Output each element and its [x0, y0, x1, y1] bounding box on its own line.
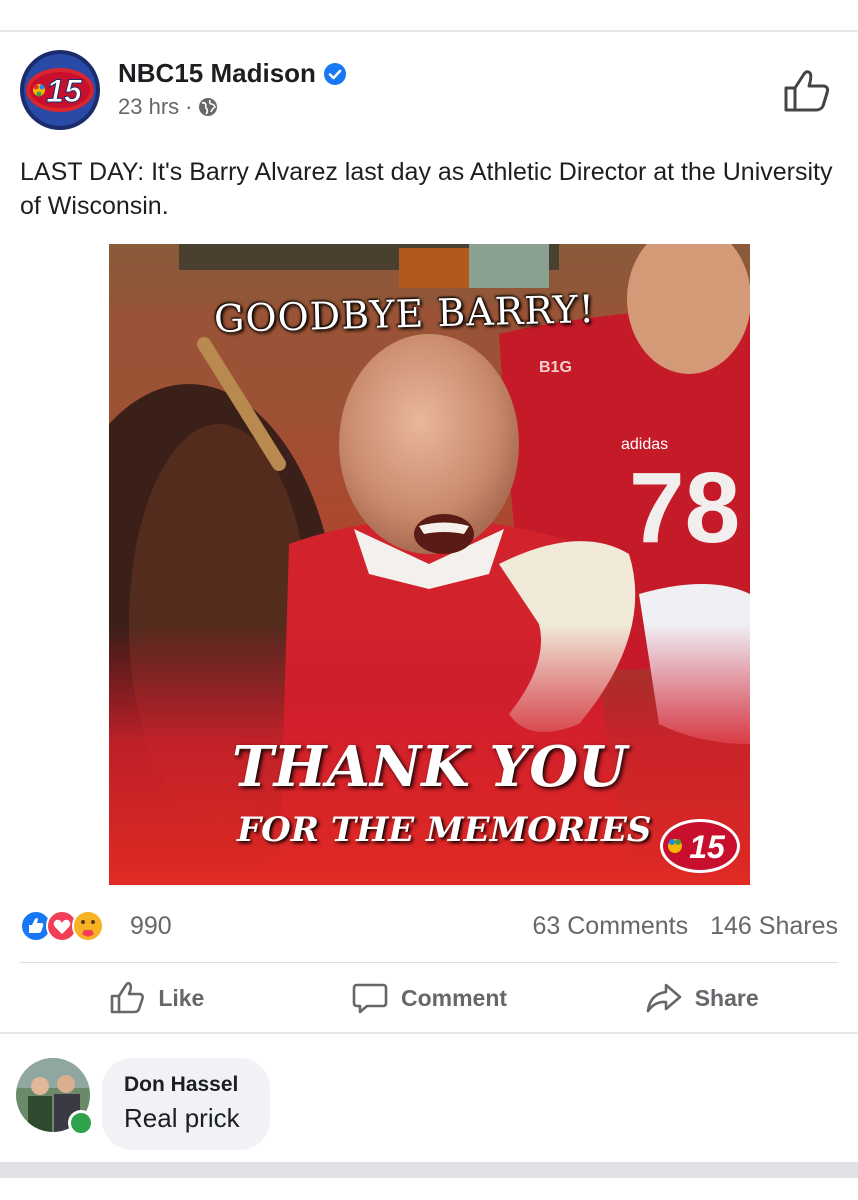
svg-text:adidas: adidas	[621, 436, 668, 453]
feed-separator	[0, 1162, 858, 1178]
comment-text: Real prick	[124, 1103, 240, 1133]
thumbs-up-icon	[111, 981, 145, 1014]
post-text: LAST DAY: It's Barry Alvarez last day as…	[20, 158, 833, 220]
nbc15-logo-icon: 15	[660, 819, 740, 873]
share-button-label: Share	[694, 984, 759, 1011]
post-photo[interactable]: 78 adidas B1G GOODBYE BARRY! THANK YOU F…	[109, 244, 750, 885]
meta-separator: ·	[185, 94, 193, 119]
verified-badge-icon	[323, 62, 346, 85]
shares-count[interactable]: 146 Shares	[710, 912, 838, 941]
comment: Don Hassel Real prick	[16, 1056, 836, 1156]
share-arrow-icon	[646, 983, 682, 1013]
thumbs-up-icon[interactable]	[782, 66, 832, 116]
action-bar: Like Comment Share	[20, 970, 838, 1026]
comments-divider	[0, 1032, 858, 1034]
top-divider	[0, 30, 858, 32]
svg-text:78: 78	[629, 452, 740, 564]
online-status-icon	[68, 1110, 94, 1136]
comment-bubble: Don Hassel Real prick	[102, 1058, 270, 1150]
post-header: 15 NBC15 Madison 23 hrs ·	[20, 50, 838, 134]
globe-icon	[199, 98, 218, 116]
speech-bubble-icon	[352, 983, 388, 1014]
comment-button[interactable]: Comment	[293, 970, 566, 1026]
svg-text:15: 15	[689, 829, 726, 865]
share-button[interactable]: Share	[565, 970, 838, 1026]
page-name-row: NBC15 Madison	[118, 58, 346, 89]
photo-caption-sub: FOR THE MEMORIES	[237, 810, 652, 850]
like-button-label: Like	[158, 984, 205, 1011]
reaction-stats: 63 Comments 146 Shares	[533, 912, 839, 941]
like-button[interactable]: Like	[20, 970, 293, 1026]
svg-text:B1G: B1G	[539, 359, 572, 376]
reactions-row: 990 63 Comments 146 Shares	[20, 906, 838, 946]
actions-divider	[20, 962, 838, 963]
photo-caption-main: THANK YOU	[232, 734, 627, 800]
svg-text:15: 15	[46, 73, 83, 109]
post-time[interactable]: 23 hrs	[118, 94, 179, 120]
comment-author[interactable]: Don Hassel	[124, 1070, 240, 1100]
post-meta: 23 hrs ·	[118, 94, 218, 120]
reaction-count[interactable]: 990	[130, 912, 172, 941]
page-name[interactable]: NBC15 Madison	[118, 58, 316, 89]
care-reaction-icon	[72, 910, 104, 942]
comment-button-label: Comment	[400, 984, 508, 1011]
reaction-icons[interactable]	[20, 908, 120, 944]
page-avatar[interactable]: 15	[20, 50, 100, 130]
comments-count[interactable]: 63 Comments	[533, 912, 689, 941]
